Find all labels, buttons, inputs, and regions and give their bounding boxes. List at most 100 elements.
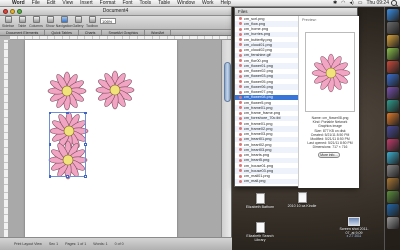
resize-handle[interactable] (48, 175, 51, 178)
menu-view[interactable]: View (59, 0, 77, 6)
dock (384, 7, 400, 250)
flower-image[interactable] (95, 70, 135, 110)
resize-handle[interactable] (84, 143, 87, 146)
resize-handle[interactable] (84, 111, 87, 114)
file-row[interactable]: cm_mail.png (235, 178, 298, 184)
battery-icon[interactable]: ▭ (356, 0, 365, 6)
app-icon[interactable] (386, 152, 399, 164)
app-icon[interactable] (386, 204, 399, 216)
image-file-icon (239, 127, 242, 131)
file-list: cm_scrl.png cm_flow.png cm_home.png cm_hurr… (235, 16, 299, 188)
menu-table[interactable]: Table (155, 0, 174, 6)
image-selection-box[interactable] (48, 111, 87, 178)
zoom-field[interactable]: 106% (100, 18, 116, 24)
desktop-icon-label: 2010 10 ca Kindle (287, 204, 317, 208)
word-title-bar[interactable]: Document4 (0, 7, 231, 16)
clock[interactable]: Thu 09:24 (364, 0, 391, 6)
toolbar-sidebar-button[interactable]: Sidebar (2, 16, 14, 28)
finder-icon[interactable] (386, 9, 399, 21)
image-file-icon (239, 148, 242, 152)
app-icon[interactable] (386, 113, 399, 125)
wifi-icon[interactable]: ◠ (339, 0, 347, 6)
image-file-icon (239, 137, 242, 141)
app-icon[interactable] (386, 165, 399, 177)
minimize-button[interactable] (10, 9, 15, 14)
finder-title-bar[interactable]: Files (235, 8, 357, 16)
menu-help[interactable]: Help (217, 0, 234, 6)
image-file-icon (239, 48, 242, 52)
app-icon[interactable] (386, 22, 399, 34)
resize-handle[interactable] (84, 175, 87, 178)
menu-app-name[interactable]: Word (9, 0, 29, 6)
file-name: cm_heart03.png (244, 147, 272, 152)
menu-window[interactable]: Window (174, 0, 199, 6)
app-icon[interactable] (386, 178, 399, 190)
image-file-icon (239, 59, 242, 63)
menu-insert[interactable]: Insert (77, 0, 97, 6)
ribbon-tab-charts[interactable]: Charts (79, 30, 103, 35)
bluetooth-icon[interactable]: ✱ (331, 0, 339, 6)
app-icon[interactable] (386, 61, 399, 73)
file-name: cm_flower01.png (244, 63, 273, 68)
file-name: cm_scrl.png (244, 16, 265, 21)
resize-handle[interactable] (66, 111, 69, 114)
spotlight-icon[interactable] (391, 0, 397, 6)
app-icon[interactable] (386, 126, 399, 138)
app-icon[interactable] (386, 100, 399, 112)
file-name: cm_cloud02.png (244, 48, 272, 53)
toolbar-gallery-button[interactable]: Gallery (72, 16, 84, 28)
zoom-button[interactable] (17, 9, 22, 14)
image-file-icon (239, 53, 242, 57)
desktop-icon[interactable]: Elizabeth Bathorn (244, 193, 276, 209)
file-name: cm_flower02.png (244, 69, 273, 74)
app-icon[interactable] (386, 191, 399, 203)
ribbon-tab-quick-tables[interactable]: Quick Tables (45, 30, 79, 35)
image-file-icon (239, 27, 242, 31)
more-info-button[interactable]: More info… (318, 152, 340, 158)
scrollbar-thumb[interactable] (223, 62, 231, 102)
menu-font[interactable]: Font (119, 0, 136, 6)
vertical-scrollbar[interactable] (221, 40, 231, 237)
document-title: Document4 (102, 8, 129, 14)
toolbar-navigation-button[interactable]: Navigation (56, 16, 72, 28)
toolbar-show-button[interactable]: Show (44, 16, 56, 28)
app-icon[interactable] (386, 139, 399, 151)
app-icon[interactable] (386, 87, 399, 99)
toolbar-columns-button[interactable]: Columns (29, 16, 43, 28)
window-controls (3, 9, 22, 14)
ribbon-tab-document-elements[interactable]: Document Elements (0, 30, 46, 35)
preview-pane: Preview: Name: cm_flower08.png Kind: Por… (299, 16, 359, 188)
resize-handle[interactable] (48, 143, 51, 146)
resize-handle[interactable] (66, 175, 69, 178)
menu-format[interactable]: Format (96, 0, 119, 6)
trash-icon[interactable] (386, 217, 399, 229)
image-file-icon (239, 153, 242, 157)
image-file-icon (239, 106, 242, 110)
ribbon-tab-wordart[interactable]: WordArt (145, 30, 172, 35)
desktop-icon[interactable]: Screen shot 2011-07_at 9.09 x 2.7 2011 (338, 217, 370, 239)
resize-handle[interactable] (48, 111, 51, 114)
file-name: cm_heart01.png (244, 137, 272, 142)
app-icon[interactable] (386, 35, 399, 47)
document-page[interactable] (25, 40, 177, 237)
menu-file[interactable]: File (28, 0, 43, 6)
ribbon-tab-smartart[interactable]: SmartArt Graphics (102, 30, 146, 35)
file-name: cm_frame03.png (244, 132, 273, 137)
status-view[interactable]: Print Layout View (14, 242, 42, 246)
desktop-icon[interactable]: 2010 10 ca Kindle (286, 192, 318, 208)
toolbar-table-button[interactable]: Table (16, 16, 28, 28)
table-icon (18, 16, 26, 23)
volume-icon[interactable]: ◂) (348, 0, 356, 6)
app-icon[interactable] (386, 48, 399, 60)
menu-edit[interactable]: Edit (43, 0, 59, 6)
menu-tools[interactable]: Tools (136, 0, 155, 6)
desktop-icon[interactable]: Elizabeth Search Library (244, 222, 276, 242)
flower-image[interactable] (47, 71, 87, 111)
app-icon[interactable] (386, 74, 399, 86)
close-button[interactable] (3, 9, 8, 14)
menu-work[interactable]: Work (198, 0, 217, 6)
file-name: cm_flower07.png (244, 90, 273, 95)
image-file-icon (239, 174, 242, 178)
toolbar-toolbox-button[interactable]: Toolbox (86, 16, 98, 28)
desktop-icon-label: Elizabeth Bathorn (245, 205, 275, 209)
